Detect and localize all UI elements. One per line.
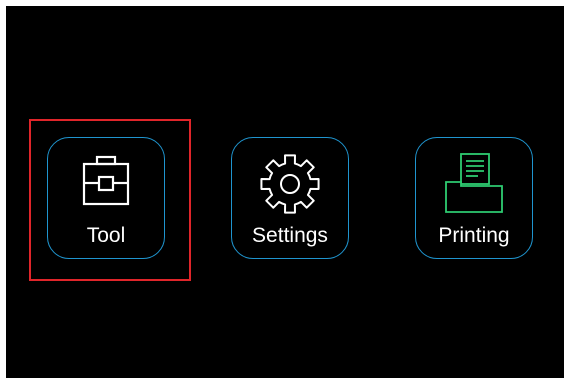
menu-tile-printing-label: Printing: [438, 224, 510, 247]
menu-tile-tool[interactable]: Tool: [47, 137, 165, 259]
toolbox-icon: [82, 155, 130, 206]
printer-icon: [445, 153, 503, 213]
gear-icon: [260, 154, 320, 214]
menu-tile-settings-label: Settings: [252, 224, 328, 247]
menu-tile-printing[interactable]: Printing: [415, 137, 533, 259]
menu-tile-settings[interactable]: Settings: [231, 137, 349, 259]
menu-tile-tool-label: Tool: [86, 224, 126, 247]
main-menu-screen: Tool Settings Printing: [6, 6, 564, 378]
